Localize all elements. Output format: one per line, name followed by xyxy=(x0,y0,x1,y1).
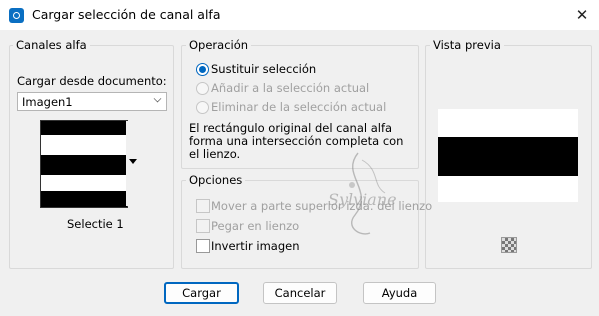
invert-image-checkbox[interactable] xyxy=(196,239,210,253)
thumbnail-dropdown-button[interactable] xyxy=(126,121,140,206)
options-legend: Opciones xyxy=(186,173,246,187)
document-select-value: Imagen1 xyxy=(22,95,73,109)
alpha-channels-legend: Canales alfa xyxy=(13,38,90,52)
operation-description-line: El rectángulo original del canal alfa xyxy=(189,121,393,135)
replace-selection-label[interactable]: Sustituir selección xyxy=(211,62,316,76)
load-from-document-label: Cargar desde documento: xyxy=(17,74,167,88)
operation-description-line: el lienzo. xyxy=(189,147,241,161)
replace-selection-radio[interactable] xyxy=(196,63,209,76)
help-button[interactable]: Ayuda xyxy=(363,282,436,304)
thumbnail-band xyxy=(41,155,127,175)
invert-image-label[interactable]: Invertir imagen xyxy=(211,239,300,253)
operation-description-line: forma una intersección completa con xyxy=(189,134,404,148)
title-bar: Cargar selección de canal alfa ✕ xyxy=(0,0,599,30)
document-select[interactable]: Imagen1 xyxy=(17,92,167,111)
selected-channel-label: Selectie 1 xyxy=(67,217,124,231)
preview-canvas xyxy=(438,109,578,202)
chevron-down-icon xyxy=(153,94,162,103)
window-title: Cargar selección de canal alfa xyxy=(32,7,221,22)
transparency-toggle-icon[interactable] xyxy=(501,237,517,253)
move-top-left-label[interactable]: Mover a parte superior izda. del lienzo xyxy=(211,199,432,213)
add-selection-label[interactable]: Añadir a la selección actual xyxy=(211,81,369,95)
load-button[interactable]: Cargar xyxy=(164,282,239,304)
cancel-button[interactable]: Cancelar xyxy=(263,282,337,304)
remove-selection-radio[interactable] xyxy=(196,101,209,114)
preview-legend: Vista previa xyxy=(430,38,504,52)
channel-thumbnail[interactable] xyxy=(40,120,128,208)
add-selection-radio[interactable] xyxy=(196,82,209,95)
thumbnail-band xyxy=(41,191,127,207)
paste-on-canvas-label[interactable]: Pegar en lienzo xyxy=(211,219,299,233)
preview-selection-band xyxy=(438,137,578,176)
thumbnail-band xyxy=(41,121,127,135)
close-icon[interactable]: ✕ xyxy=(570,4,594,26)
remove-selection-label[interactable]: Eliminar de la selección actual xyxy=(211,100,386,114)
paste-on-canvas-checkbox[interactable] xyxy=(196,219,210,233)
operation-legend: Operación xyxy=(186,38,252,52)
move-top-left-checkbox[interactable] xyxy=(196,199,210,213)
app-icon xyxy=(9,8,24,23)
